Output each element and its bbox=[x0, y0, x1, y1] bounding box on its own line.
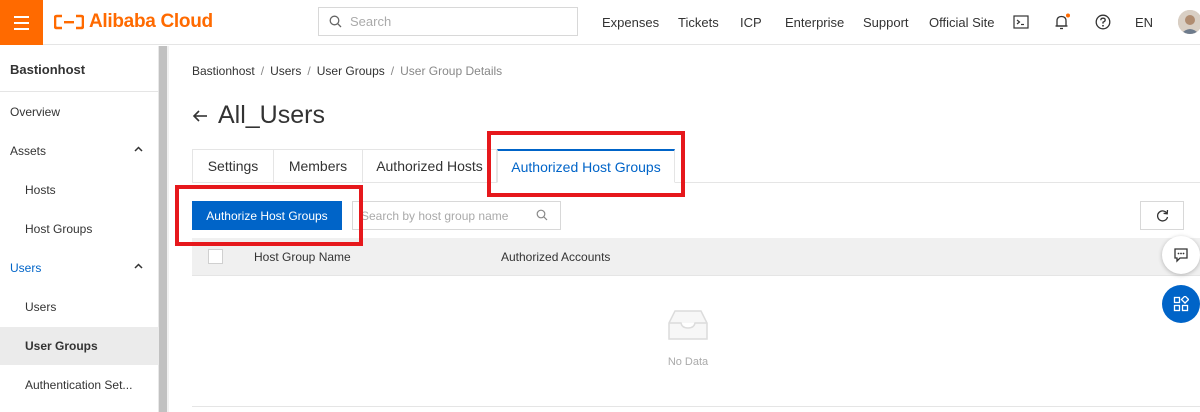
tab-authorized-host-groups[interactable]: Authorized Host Groups bbox=[497, 149, 675, 183]
sidebar-item-label: User Groups bbox=[25, 339, 98, 353]
nav-expenses[interactable]: Expenses bbox=[602, 15, 659, 30]
sidebar-divider bbox=[0, 91, 159, 92]
search-placeholder: Search bbox=[350, 14, 392, 29]
breadcrumb: Bastionhost / Users / User Groups / User… bbox=[192, 64, 502, 78]
search-icon bbox=[329, 15, 342, 28]
table-bottom-border bbox=[192, 406, 1200, 407]
apps-grid-icon bbox=[1173, 296, 1189, 312]
bell-icon[interactable] bbox=[1053, 13, 1071, 31]
authorize-host-groups-button[interactable]: Authorize Host Groups bbox=[192, 201, 342, 230]
page-title: All_Users bbox=[218, 101, 325, 129]
sidebar-item-host-groups[interactable]: Host Groups bbox=[0, 210, 159, 248]
chevron-up-icon bbox=[134, 146, 143, 152]
feedback-button[interactable] bbox=[1162, 236, 1200, 274]
terminal-icon[interactable] bbox=[1012, 13, 1030, 31]
sidebar-item-users[interactable]: Users bbox=[0, 288, 159, 326]
nav-support[interactable]: Support bbox=[863, 15, 909, 30]
sidebar-item-user-groups[interactable]: User Groups bbox=[0, 327, 159, 365]
sidebar-item-overview[interactable]: Overview bbox=[0, 93, 159, 131]
breadcrumb-bastionhost[interactable]: Bastionhost bbox=[192, 64, 255, 78]
breadcrumb-separator: / bbox=[307, 64, 311, 78]
sidebar-scrollbar[interactable] bbox=[159, 46, 167, 412]
nav-official-site[interactable]: Official Site bbox=[929, 15, 995, 30]
chevron-up-icon bbox=[134, 263, 143, 269]
breadcrumb-separator: / bbox=[390, 64, 395, 78]
logo-text: Alibaba Cloud bbox=[89, 11, 213, 32]
empty-state: No Data bbox=[640, 305, 736, 368]
alibaba-logo-icon bbox=[54, 14, 84, 30]
tab-authorized-hosts[interactable]: Authorized Hosts bbox=[362, 149, 497, 183]
empty-box-icon bbox=[668, 310, 708, 340]
sidebar-item-label: Overview bbox=[10, 105, 61, 119]
tab-label: Authorized Hosts bbox=[376, 158, 483, 174]
sidebar-title: Bastionhost bbox=[10, 62, 86, 77]
breadcrumb-user-groups[interactable]: User Groups bbox=[317, 64, 385, 78]
select-all-checkbox[interactable] bbox=[208, 249, 223, 264]
help-icon[interactable] bbox=[1094, 13, 1112, 31]
tab-label: Settings bbox=[207, 158, 259, 174]
sidebar-item-assets[interactable]: Assets bbox=[0, 132, 159, 170]
back-arrow-icon[interactable] bbox=[192, 107, 210, 125]
sidebar-item-users-section[interactable]: Users bbox=[0, 249, 159, 287]
tab-settings[interactable]: Settings bbox=[192, 149, 274, 183]
user-avatar[interactable] bbox=[1178, 10, 1200, 34]
global-search-input[interactable]: Search bbox=[318, 7, 578, 36]
tab-label: Authorized Host Groups bbox=[511, 158, 661, 175]
column-host-group-name: Host Group Name bbox=[254, 250, 351, 264]
apps-button[interactable] bbox=[1162, 285, 1200, 323]
alibaba-cloud-logo[interactable]: Alibaba Cloud bbox=[54, 11, 213, 33]
search-icon[interactable] bbox=[536, 209, 548, 221]
table-header: Host Group Name Authorized Accounts bbox=[192, 238, 1200, 276]
nav-tickets[interactable]: Tickets bbox=[678, 15, 719, 30]
empty-text: No Data bbox=[667, 356, 709, 368]
breadcrumb-current: User Group Details bbox=[400, 64, 503, 78]
sidebar-item-hosts[interactable]: Hosts bbox=[0, 171, 159, 209]
menu-icon[interactable] bbox=[0, 0, 43, 45]
sidebar-item-authentication-settings[interactable]: Authentication Set... bbox=[0, 366, 159, 404]
refresh-button[interactable] bbox=[1140, 201, 1184, 230]
host-group-search-input[interactable]: Search by host group name bbox=[352, 201, 561, 230]
page-title-row: All_Users bbox=[192, 101, 325, 130]
sidebar-item-label: Hosts bbox=[25, 183, 56, 197]
sidebar-item-label: Users bbox=[25, 300, 57, 314]
refresh-icon bbox=[1156, 209, 1168, 222]
sidebar-item-label: Host Groups bbox=[25, 222, 93, 236]
sidebar-item-label: Assets bbox=[10, 144, 47, 158]
search-placeholder: Search by host group name bbox=[361, 208, 509, 223]
sidebar: Bastionhost Overview Assets Hosts Host G… bbox=[0, 46, 159, 412]
nav-enterprise[interactable]: Enterprise bbox=[785, 15, 844, 30]
top-bar: Alibaba Cloud Search Expenses Tickets IC… bbox=[0, 0, 1200, 45]
chat-icon bbox=[1174, 248, 1188, 263]
sidebar-item-label: Users bbox=[10, 261, 42, 275]
breadcrumb-separator: / bbox=[260, 64, 265, 78]
tab-label: Members bbox=[288, 158, 348, 174]
breadcrumb-users[interactable]: Users bbox=[270, 64, 301, 78]
column-authorized-accounts: Authorized Accounts bbox=[501, 250, 611, 264]
sidebar-item-label: Authentication Set... bbox=[25, 378, 133, 392]
nav-icp[interactable]: ICP bbox=[740, 15, 762, 30]
tab-members[interactable]: Members bbox=[273, 149, 363, 183]
language-switch[interactable]: EN bbox=[1135, 15, 1153, 30]
